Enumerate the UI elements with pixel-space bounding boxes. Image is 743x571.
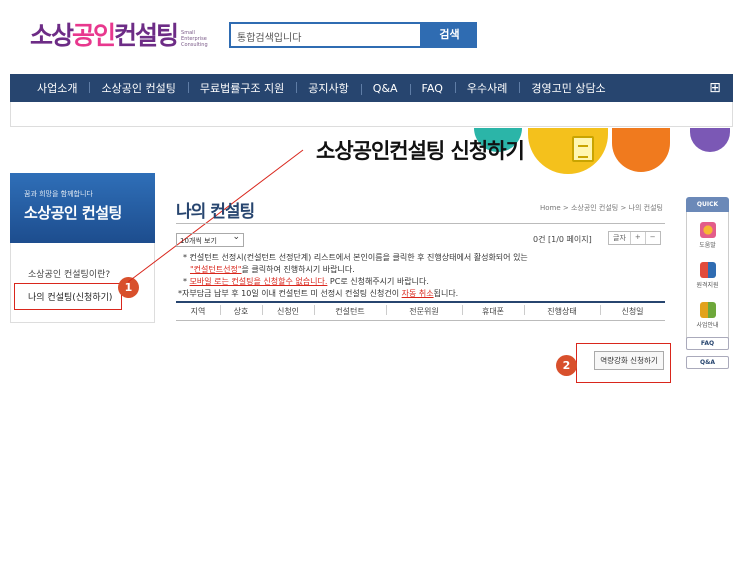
col-expert: 전문위원 xyxy=(386,305,462,317)
sidebar-tagline: 꿈과 희망을 함께합니다 xyxy=(24,190,93,198)
grid-menu-icon[interactable]: ⊞ xyxy=(707,80,723,96)
quick-item-remote[interactable]: 원격지원 xyxy=(687,262,728,289)
decor-circle-orange xyxy=(612,128,670,172)
notice-line-4: *자부담금 납부 후 10일 이내 컨설턴트 미 선정시 컨설팅 신청건이 자동… xyxy=(178,289,459,298)
col-phone: 휴대폰 xyxy=(462,305,524,317)
quick-menu: QUICK 도움말 원격지원 사업안내 xyxy=(686,197,729,340)
nav-item-legal-aid[interactable]: 무료법률구조 지원 xyxy=(187,80,296,96)
font-size-control: 글자 + − xyxy=(608,231,661,245)
step-badge-1: 1 xyxy=(118,277,139,298)
sub-nav-bar xyxy=(10,102,733,127)
col-region: 지역 xyxy=(190,307,206,316)
notice-line-1: * 컨설턴트 선정시(컨설턴트 선정단계) 리스트에서 본인이름을 클릭한 후 … xyxy=(183,253,528,262)
help-icon xyxy=(699,222,716,238)
breadcrumb: Home > 소상공인 컨설팅 > 나의 컨설팅 xyxy=(539,204,663,212)
search-button[interactable]: 검색 xyxy=(422,22,477,48)
decor-circle-yellow xyxy=(528,128,608,174)
document-icon xyxy=(572,136,594,162)
step-badge-2: 2 xyxy=(556,355,577,376)
decor-circle-purple xyxy=(690,128,730,152)
sidebar-item-about[interactable]: 소상공인 컨설팅이란? xyxy=(28,267,110,280)
sidebar-item-my-consulting[interactable]: 나의 컨설팅(신청하기) xyxy=(14,283,122,310)
quick-menu-body: 도움말 원격지원 사업안내 xyxy=(686,212,729,340)
site-logo[interactable]: 소상공인컨설팅 Small Enterprise Consulting xyxy=(30,22,217,50)
apply-capacity-button[interactable]: 역량강화 신청하기 xyxy=(594,351,664,370)
nav-item-notice[interactable]: 공지사항 xyxy=(296,80,360,96)
nav-item-faq[interactable]: FAQ xyxy=(409,82,455,95)
nav-item-counseling[interactable]: 경영고민 상담소 xyxy=(519,80,617,96)
notice-link-consultant-select[interactable]: "컨설턴트선정" xyxy=(190,265,242,274)
col-consultant: 컨설턴트 xyxy=(314,305,386,317)
quick-item-guide[interactable]: 사업안내 xyxy=(687,302,728,329)
font-increase-button[interactable]: + xyxy=(631,232,646,244)
guide-book-icon xyxy=(699,302,716,318)
logo-subtext: Small Enterprise Consulting xyxy=(181,30,208,48)
remote-support-icon xyxy=(699,262,716,278)
annotation-title: 소상공인컨설팅 신청하기 xyxy=(316,139,525,163)
notice-link-auto-cancel: 자동 취소 xyxy=(401,289,434,298)
nav-item-best-cases[interactable]: 우수사례 xyxy=(454,80,519,96)
notice-link-mobile: 모바일 로는 컨설팅을 신청할수 없습니다. xyxy=(189,277,328,286)
table-header: 지역 상호 신청인 컨설턴트 전문위원 휴대폰 진행상태 신청일 xyxy=(176,301,665,321)
font-size-label: 글자 xyxy=(609,232,631,244)
col-applicant: 신청인 xyxy=(262,305,314,317)
logo-text: 소상공인컨설팅 xyxy=(30,21,179,50)
quick-menu-title: QUICK xyxy=(686,197,729,212)
col-company: 상호 xyxy=(220,305,262,317)
page-title: 나의 컨설팅 xyxy=(176,202,255,222)
col-date: 신청일 xyxy=(600,305,665,317)
notice-line-3: * 모바일 로는 컨설팅을 신청할수 없습니다. PC로 신청해주시기 바랍니다… xyxy=(183,277,429,286)
main-nav: 사업소개 소상공인 컨설팅 무료법률구조 지원 공지사항 Q&A FAQ 우수사… xyxy=(10,74,733,102)
title-divider xyxy=(176,223,665,224)
font-decrease-button[interactable]: − xyxy=(646,232,660,244)
notice-line-2: "컨설턴트선정"을 클릭하여 진행하시기 바랍니다. xyxy=(190,265,355,274)
result-count: 0건 [1/0 페이지] xyxy=(533,235,592,244)
search-input[interactable]: 통합검색입니다 xyxy=(229,22,422,48)
col-status: 진행상태 xyxy=(524,305,600,317)
nav-item-consulting[interactable]: 소상공인 컨설팅 xyxy=(89,80,187,96)
per-page-select[interactable]: 10개씩 보기 xyxy=(176,232,244,247)
sidebar-title: 소상공인 컨설팅 xyxy=(24,204,122,222)
nav-item-qna[interactable]: Q&A xyxy=(360,82,410,95)
quick-faq-button[interactable]: FAQ xyxy=(686,337,729,350)
quick-item-help[interactable]: 도움말 xyxy=(687,222,728,249)
sidebar-banner: 꿈과 희망을 함께합니다 소상공인 컨설팅 xyxy=(10,173,155,243)
nav-item-business[interactable]: 사업소개 xyxy=(25,80,89,96)
quick-qna-button[interactable]: Q&A xyxy=(686,356,729,369)
